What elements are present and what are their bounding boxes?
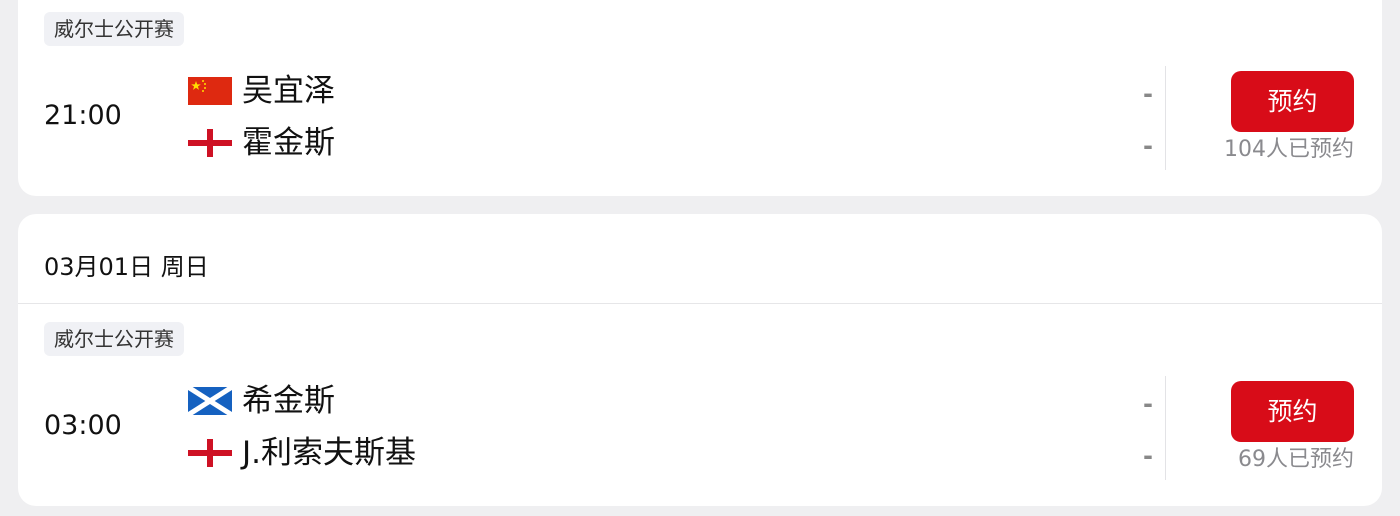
match-date: 03月01日 周日 (44, 253, 209, 281)
score-a: - (1143, 390, 1153, 418)
match-time: 03:00 (44, 410, 122, 441)
reserve-button[interactable]: 预约 (1231, 381, 1354, 442)
team-a-name: 希金斯 (242, 383, 335, 419)
reserve-button[interactable]: 预约 (1231, 71, 1354, 132)
china-flag-icon (188, 77, 232, 105)
match-card[interactable]: 03月01日 周日 威尔士公开赛 03:00 希金斯 J.利索夫斯基 - - 预… (18, 214, 1382, 506)
england-flag-icon (188, 439, 232, 467)
team-b: J.利索夫斯基 (188, 433, 416, 473)
tournament-tag: 威尔士公开赛 (44, 322, 184, 356)
score-divider (1165, 376, 1166, 480)
team-a: 希金斯 (188, 381, 335, 421)
score-b: - (1143, 132, 1153, 160)
england-flag-icon (188, 129, 232, 157)
team-b-name: J.利索夫斯基 (242, 435, 416, 471)
tournament-tag: 威尔士公开赛 (44, 12, 184, 46)
score-b: - (1143, 442, 1153, 470)
team-b-name: 霍金斯 (242, 125, 335, 161)
team-a-name: 吴宜泽 (242, 73, 335, 109)
match-card[interactable]: 威尔士公开赛 21:00 吴宜泽 霍金斯 - - 预约 104人已预约 (18, 0, 1382, 196)
score-a: - (1143, 80, 1153, 108)
match-time: 21:00 (44, 100, 122, 131)
scotland-flag-icon (188, 387, 232, 415)
reserve-count: 104人已预约 (1224, 137, 1354, 162)
score-divider (1165, 66, 1166, 170)
date-header: 03月01日 周日 (18, 214, 1382, 304)
team-b: 霍金斯 (188, 123, 335, 163)
team-a: 吴宜泽 (188, 71, 335, 111)
reserve-count: 69人已预约 (1238, 447, 1354, 472)
